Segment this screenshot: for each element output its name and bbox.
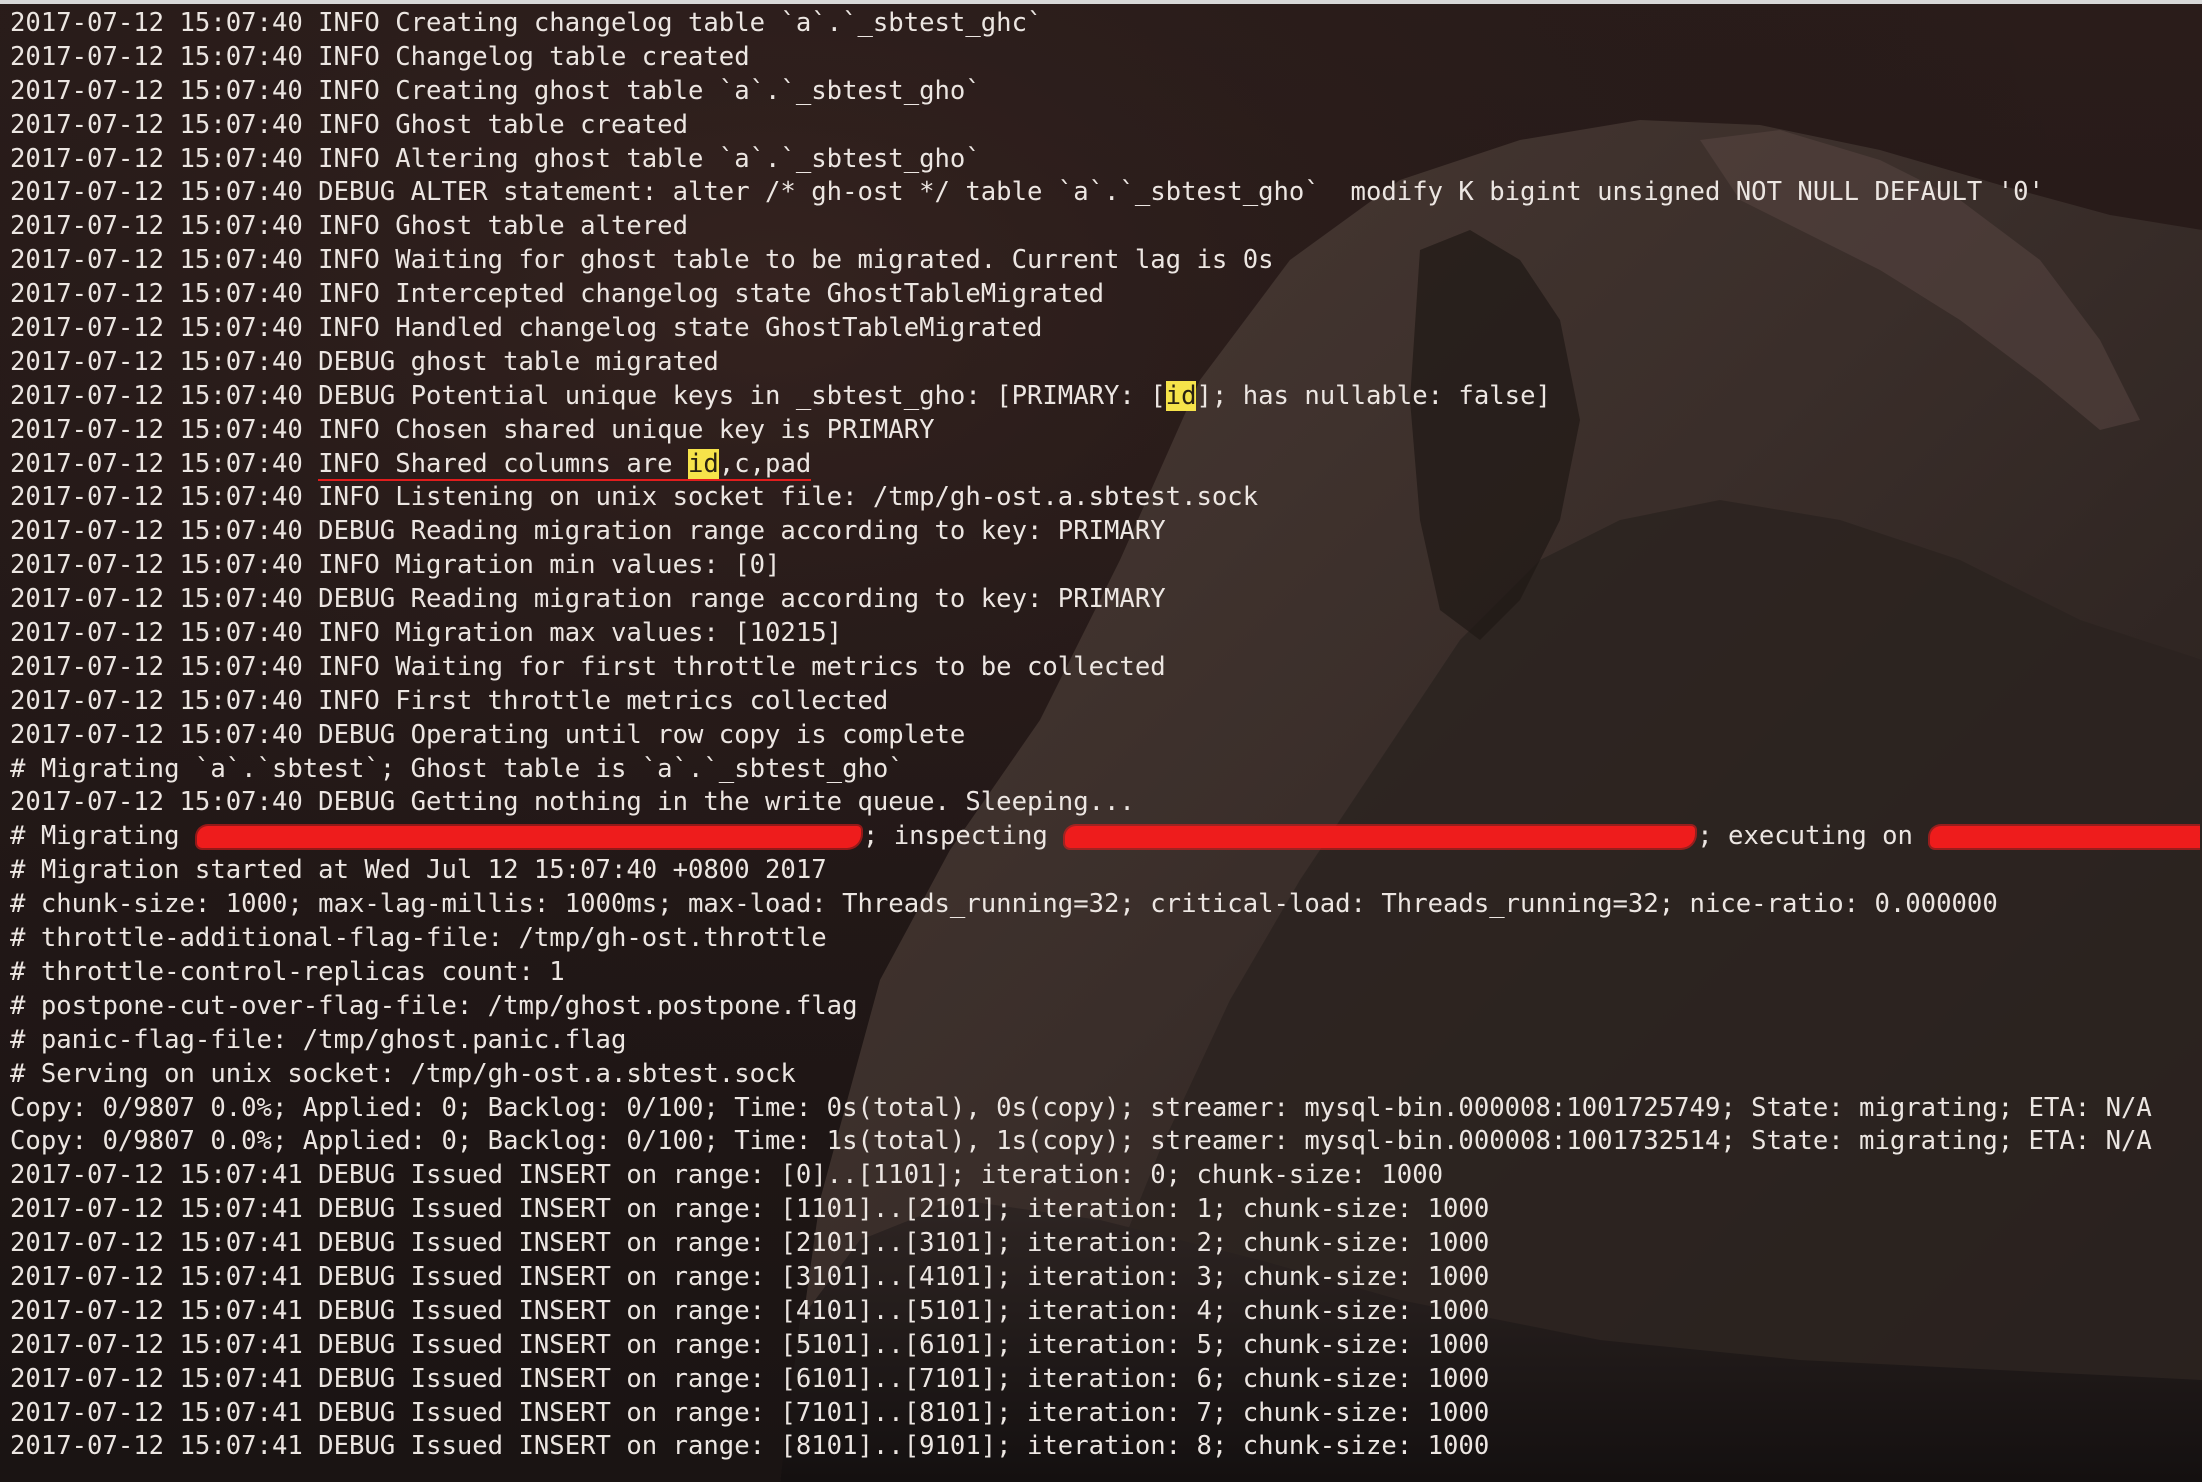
line-text: 2017-07-12 15:07:40 DEBUG Operating unti… bbox=[10, 719, 966, 750]
terminal-line: # chunk-size: 1000; max-lag-millis: 1000… bbox=[10, 888, 2200, 922]
terminal-line: 2017-07-12 15:07:40 INFO Altering ghost … bbox=[10, 143, 2200, 177]
line-text: ; executing on bbox=[1697, 821, 1929, 852]
line-text: 2017-07-12 15:07:40 INFO Waiting for gho… bbox=[10, 245, 1274, 276]
terminal-line: Copy: 0/9807 0.0%; Applied: 0; Backlog: … bbox=[10, 1125, 2200, 1159]
line-text: 2017-07-12 15:07:41 DEBUG Issued INSERT … bbox=[10, 1160, 1444, 1191]
line-text: 2017-07-12 15:07:40 INFO Ghost table alt… bbox=[10, 211, 688, 242]
terminal-line: 2017-07-12 15:07:40 DEBUG Reading migrat… bbox=[10, 515, 2200, 549]
terminal-line: 2017-07-12 15:07:41 DEBUG Issued INSERT … bbox=[10, 1227, 2200, 1261]
terminal-line: # Migrating ; inspecting ; executing on bbox=[10, 820, 2200, 854]
line-text: INFO Shared columns are bbox=[318, 448, 688, 482]
terminal-line: 2017-07-12 15:07:40 INFO Ghost table alt… bbox=[10, 210, 2200, 244]
line-text: # Migrating `a`.`sbtest`; Ghost table is… bbox=[10, 753, 904, 784]
line-text: 2017-07-12 15:07:40 INFO Creating ghost … bbox=[10, 75, 981, 106]
line-text: ,c,pad bbox=[718, 448, 812, 482]
terminal-line: 2017-07-12 15:07:40 DEBUG Getting nothin… bbox=[10, 786, 2200, 820]
terminal-output[interactable]: 2017-07-12 15:07:40 INFO Creating change… bbox=[10, 7, 2200, 1482]
line-text: 2017-07-12 15:07:40 INFO Chosen shared u… bbox=[10, 414, 935, 445]
terminal-line: 2017-07-12 15:07:40 DEBUG ALTER statemen… bbox=[10, 176, 2200, 210]
line-text: # Migrating bbox=[10, 821, 195, 852]
terminal-line: 2017-07-12 15:07:40 DEBUG Reading migrat… bbox=[10, 583, 2200, 617]
terminal-line: 2017-07-12 15:07:40 INFO Listening on un… bbox=[10, 481, 2200, 515]
line-text: ; inspecting bbox=[862, 821, 1064, 852]
terminal-line: 2017-07-12 15:07:40 INFO Waiting for gho… bbox=[10, 244, 2200, 278]
line-text: # panic-flag-file: /tmp/ghost.panic.flag bbox=[10, 1024, 627, 1055]
line-text: # throttle-additional-flag-file: /tmp/gh… bbox=[10, 923, 827, 954]
terminal-line: 2017-07-12 15:07:40 DEBUG Potential uniq… bbox=[10, 380, 2200, 414]
terminal-line: 2017-07-12 15:07:41 DEBUG Issued INSERT … bbox=[10, 1295, 2200, 1329]
line-text: 2017-07-12 15:07:40 DEBUG Potential uniq… bbox=[10, 380, 1166, 411]
line-text: 2017-07-12 15:07:40 INFO First throttle … bbox=[10, 685, 889, 716]
terminal-line: 2017-07-12 15:07:40 INFO Migration max v… bbox=[10, 617, 2200, 651]
highlighted-text: id bbox=[688, 448, 719, 482]
line-text: 2017-07-12 15:07:40 DEBUG Getting nothin… bbox=[10, 787, 1135, 818]
terminal-line: # postpone-cut-over-flag-file: /tmp/ghos… bbox=[10, 990, 2200, 1024]
line-text: 2017-07-12 15:07:41 DEBUG Issued INSERT … bbox=[10, 1363, 1490, 1394]
line-text: 2017-07-12 15:07:41 DEBUG Issued INSERT … bbox=[10, 1261, 1490, 1292]
line-text: 2017-07-12 15:07:41 DEBUG Issued INSERT … bbox=[10, 1431, 1490, 1462]
line-text: # postpone-cut-over-flag-file: /tmp/ghos… bbox=[10, 990, 858, 1021]
terminal-line: 2017-07-12 15:07:41 DEBUG Issued INSERT … bbox=[10, 1329, 2200, 1363]
line-text: 2017-07-12 15:07:40 INFO Migration max v… bbox=[10, 618, 843, 649]
terminal-line: 2017-07-12 15:07:40 INFO Handled changel… bbox=[10, 312, 2200, 346]
terminal-line: 2017-07-12 15:07:40 INFO Ghost table cre… bbox=[10, 109, 2200, 143]
line-text: 2017-07-12 15:07:41 DEBUG Issued INSERT … bbox=[10, 1397, 1490, 1428]
line-text: Copy: 0/9807 0.0%; Applied: 0; Backlog: … bbox=[10, 1092, 2152, 1123]
terminal-line: 2017-07-12 15:07:40 INFO Intercepted cha… bbox=[10, 278, 2200, 312]
line-text: 2017-07-12 15:07:41 DEBUG Issued INSERT … bbox=[10, 1295, 1490, 1326]
line-text: 2017-07-12 15:07:40 DEBUG ALTER statemen… bbox=[10, 177, 2044, 208]
line-text: # Migration started at Wed Jul 12 15:07:… bbox=[10, 855, 827, 886]
line-text: 2017-07-12 15:07:40 bbox=[10, 448, 319, 479]
terminal-line: # Migration started at Wed Jul 12 15:07:… bbox=[10, 854, 2200, 888]
line-text: 2017-07-12 15:07:41 DEBUG Issued INSERT … bbox=[10, 1329, 1490, 1360]
terminal-line: # panic-flag-file: /tmp/ghost.panic.flag bbox=[10, 1024, 2200, 1058]
terminal-line: # Serving on unix socket: /tmp/gh-ost.a.… bbox=[10, 1058, 2200, 1092]
terminal-line: 2017-07-12 15:07:40 DEBUG ghost table mi… bbox=[10, 346, 2200, 380]
terminal-line: 2017-07-12 15:07:40 INFO First throttle … bbox=[10, 685, 2200, 719]
line-text: 2017-07-12 15:07:40 INFO Handled changel… bbox=[10, 313, 1043, 344]
terminal-line: 2017-07-12 15:07:40 INFO Changelog table… bbox=[10, 41, 2200, 75]
line-text: # chunk-size: 1000; max-lag-millis: 1000… bbox=[10, 889, 1998, 920]
line-text: 2017-07-12 15:07:40 DEBUG ghost table mi… bbox=[10, 346, 719, 377]
redaction-mark bbox=[1930, 826, 2200, 849]
terminal-line: # throttle-control-replicas count: 1 bbox=[10, 956, 2200, 990]
terminal-line: 2017-07-12 15:07:41 DEBUG Issued INSERT … bbox=[10, 1397, 2200, 1431]
highlighted-text: id bbox=[1165, 380, 1197, 411]
terminal-line: 2017-07-12 15:07:40 INFO Creating change… bbox=[10, 7, 2200, 41]
terminal-line: 2017-07-12 15:07:40 INFO Migration min v… bbox=[10, 549, 2200, 583]
line-text: 2017-07-12 15:07:40 INFO Creating change… bbox=[10, 8, 1043, 38]
redaction-mark bbox=[196, 826, 861, 849]
terminal-line: # Migrating `a`.`sbtest`; Ghost table is… bbox=[10, 753, 2200, 787]
line-text: 2017-07-12 15:07:40 INFO Waiting for fir… bbox=[10, 651, 1166, 682]
line-text: 2017-07-12 15:07:40 INFO Ghost table cre… bbox=[10, 109, 688, 140]
terminal-line: 2017-07-12 15:07:41 DEBUG Issued INSERT … bbox=[10, 1159, 2200, 1193]
terminal-line: Copy: 0/9807 0.0%; Applied: 0; Backlog: … bbox=[10, 1092, 2200, 1126]
line-text: 2017-07-12 15:07:40 INFO Intercepted cha… bbox=[10, 279, 1105, 310]
terminal-line: # throttle-additional-flag-file: /tmp/gh… bbox=[10, 922, 2200, 956]
line-text: 2017-07-12 15:07:40 INFO Migration min v… bbox=[10, 550, 781, 581]
terminal-line: 2017-07-12 15:07:40 DEBUG Operating unti… bbox=[10, 719, 2200, 753]
terminal-line: 2017-07-12 15:07:41 DEBUG Issued INSERT … bbox=[10, 1193, 2200, 1227]
terminal-line: 2017-07-12 15:07:40 INFO Creating ghost … bbox=[10, 75, 2200, 109]
line-text: 2017-07-12 15:07:40 INFO Altering ghost … bbox=[10, 143, 981, 174]
terminal-line: 2017-07-12 15:07:40 INFO Chosen shared u… bbox=[10, 414, 2200, 448]
terminal-line: 2017-07-12 15:07:40 INFO Shared columns … bbox=[10, 448, 2200, 482]
terminal-line: 2017-07-12 15:07:41 DEBUG Issued INSERT … bbox=[10, 1363, 2200, 1397]
line-text: 2017-07-12 15:07:40 DEBUG Reading migrat… bbox=[10, 584, 1166, 615]
terminal-line: 2017-07-12 15:07:41 DEBUG Issued INSERT … bbox=[10, 1261, 2200, 1295]
line-text: 2017-07-12 15:07:41 DEBUG Issued INSERT … bbox=[10, 1194, 1490, 1225]
redaction-mark bbox=[1065, 826, 1696, 849]
line-text: # throttle-control-replicas count: 1 bbox=[10, 956, 565, 987]
line-text: ]; has nullable: false] bbox=[1196, 380, 1551, 411]
line-text: Copy: 0/9807 0.0%; Applied: 0; Backlog: … bbox=[10, 1126, 2152, 1157]
line-text: # Serving on unix socket: /tmp/gh-ost.a.… bbox=[10, 1058, 796, 1089]
line-text: 2017-07-12 15:07:40 INFO Listening on un… bbox=[10, 482, 1259, 513]
window-top-edge bbox=[0, 0, 2202, 4]
line-text: 2017-07-12 15:07:40 DEBUG Reading migrat… bbox=[10, 516, 1166, 547]
terminal-line: 2017-07-12 15:07:41 DEBUG Issued INSERT … bbox=[10, 1430, 2200, 1464]
terminal-line: 2017-07-12 15:07:40 INFO Waiting for fir… bbox=[10, 651, 2200, 685]
line-text: 2017-07-12 15:07:40 INFO Changelog table… bbox=[10, 41, 750, 72]
line-text: 2017-07-12 15:07:41 DEBUG Issued INSERT … bbox=[10, 1228, 1490, 1259]
